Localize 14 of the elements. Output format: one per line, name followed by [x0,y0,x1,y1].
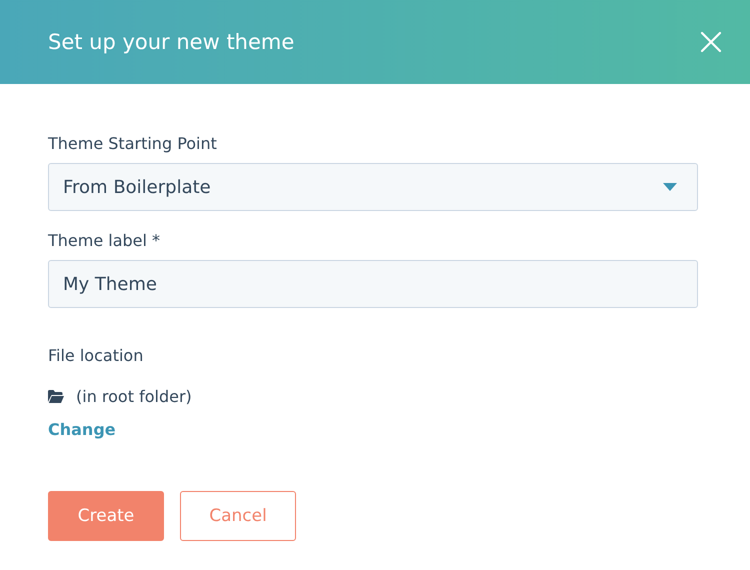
select-field[interactable]: From Boilerplate [48,163,698,211]
close-button[interactable] [700,31,722,53]
close-icon [700,31,722,53]
dialog-title: Set up your new theme [48,30,294,54]
field-label: Theme Starting Point [48,134,217,153]
create-button[interactable]: Create [48,491,164,541]
field-label: Theme label * [48,231,160,250]
folder-path: (in root folder) [76,387,192,406]
cancel-button[interactable]: Cancel [180,491,296,541]
caret-icon [663,183,677,191]
change-link[interactable]: Change [48,420,116,439]
input-field[interactable]: My Theme [48,260,698,308]
folder-icon [48,390,64,403]
field-label: File location [48,346,144,365]
